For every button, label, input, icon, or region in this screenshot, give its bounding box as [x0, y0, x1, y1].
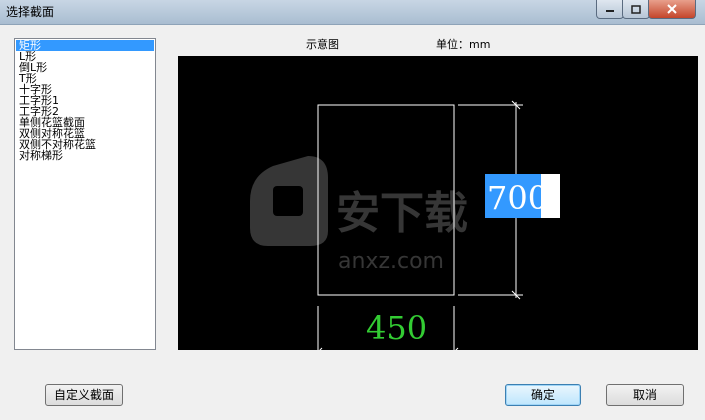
- watermark-text: 安下载: [336, 188, 468, 239]
- window-title: 选择截面: [6, 5, 55, 19]
- section-type-list[interactable]: 矩形 L形 倒L形 T形 十字形 工字形1 工字形2 单侧花篮截面 双侧对称花篮…: [14, 38, 156, 350]
- section-diagram: 安下载 anxz.com 700 450: [250, 100, 560, 357]
- maximize-icon: [631, 4, 641, 14]
- dialog-body: 矩形 L形 倒L形 T形 十字形 工字形1 工字形2 单侧花篮截面 双侧对称花篮…: [0, 25, 705, 420]
- unit-label: 单位：mm: [436, 38, 491, 51]
- custom-section-button[interactable]: 自定义截面: [45, 384, 123, 406]
- height-value[interactable]: 700: [487, 179, 548, 217]
- maximize-button[interactable]: [622, 0, 650, 19]
- width-value[interactable]: 450: [366, 309, 427, 347]
- preview-caption: 示意图: [306, 38, 339, 51]
- list-item-rect[interactable]: 矩形: [16, 40, 154, 51]
- ok-button[interactable]: 确定: [505, 384, 581, 406]
- watermark: 安下载 anxz.com: [250, 156, 468, 274]
- close-button[interactable]: [648, 0, 696, 19]
- title-bar: 选择截面: [0, 0, 705, 25]
- minimize-button[interactable]: [596, 0, 624, 19]
- close-icon: [667, 4, 677, 14]
- minimize-icon: [606, 10, 614, 12]
- cancel-button[interactable]: 取消: [606, 384, 684, 406]
- watermark-sub: anxz.com: [338, 249, 444, 274]
- list-item-sym-trapezoid[interactable]: 对称梯形: [16, 150, 154, 161]
- preview-canvas: 安下载 anxz.com 700 450: [178, 56, 698, 357]
